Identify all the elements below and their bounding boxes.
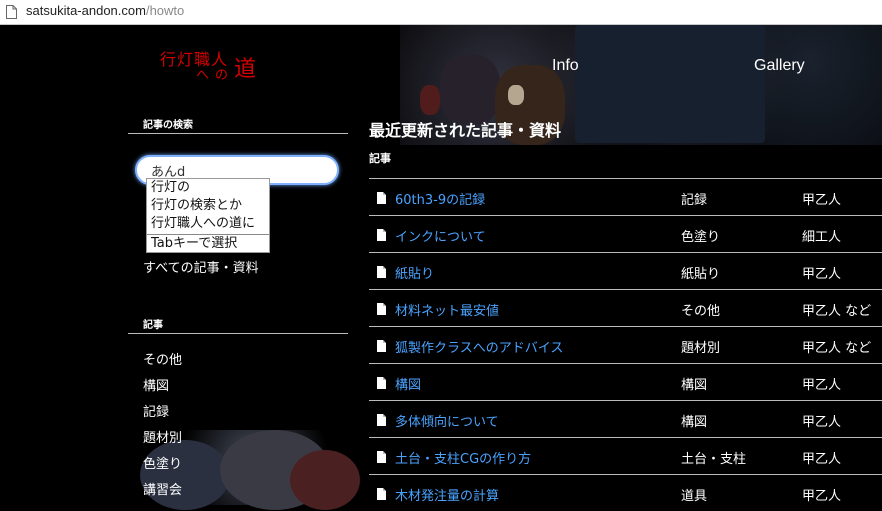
article-link[interactable]: 狐製作クラスへのアドバイス xyxy=(395,337,563,356)
document-icon xyxy=(377,192,386,204)
article-link[interactable]: インクについて xyxy=(395,226,486,245)
document-icon xyxy=(377,488,386,500)
article-author: 甲乙人 xyxy=(802,378,842,393)
article-link[interactable]: 材料ネット最安値 xyxy=(395,300,499,319)
sidebar-item-coloring[interactable]: 色塗り xyxy=(143,453,182,472)
article-link[interactable]: 60th3-9の記録 xyxy=(395,189,485,208)
autocomplete-item[interactable]: 行灯の検索とか xyxy=(147,197,269,215)
search-heading: 記事の検索 xyxy=(143,120,193,131)
table-row: 木材発注量の計算 道具 甲乙人 xyxy=(369,474,882,511)
table-row: 60th3-9の記録 記録 甲乙人 xyxy=(369,178,882,215)
url-path: /howto xyxy=(145,3,185,18)
logo-text-1: 行灯職人 xyxy=(160,50,229,69)
article-author: 甲乙人 xyxy=(802,267,842,282)
table-row: 多体傾向について 構図 甲乙人 xyxy=(369,400,882,437)
table-row: 材料ネット最安値 その他 甲乙人 など xyxy=(369,289,882,326)
page-icon xyxy=(6,5,17,19)
document-icon xyxy=(377,229,386,241)
article-author: 甲乙人 xyxy=(802,415,842,430)
table-row: 土台・支柱CGの作り方 土台・支柱 甲乙人 xyxy=(369,437,882,474)
document-icon xyxy=(377,340,386,352)
category-heading: 記事 xyxy=(143,320,163,331)
table-row: インクについて 色塗り 細工人 xyxy=(369,215,882,252)
article-author: 甲乙人 xyxy=(802,452,842,467)
article-link[interactable]: 構図 xyxy=(395,374,421,393)
article-author: 甲乙人 など xyxy=(802,341,872,356)
page-title: 最近更新された記事・資料 xyxy=(369,121,562,140)
divider xyxy=(128,333,348,334)
document-icon xyxy=(377,266,386,278)
article-category: 構図 xyxy=(681,378,708,393)
sidebar-item-workshop[interactable]: 講習会 xyxy=(143,479,182,498)
article-category: 色塗り xyxy=(681,230,721,245)
table-row: 構図 構図 甲乙人 xyxy=(369,363,882,400)
document-icon xyxy=(377,414,386,426)
article-category: 道具 xyxy=(681,489,708,504)
article-link[interactable]: 紙貼り xyxy=(395,263,434,282)
article-author: 甲乙人 xyxy=(802,489,842,504)
autocomplete-item[interactable]: 行灯の xyxy=(147,179,269,197)
address-bar[interactable]: satsukita-andon.com/howto xyxy=(0,0,882,25)
article-category: 紙貼り xyxy=(681,267,721,282)
document-icon xyxy=(377,451,386,463)
nav-gallery-link[interactable]: Gallery xyxy=(754,57,805,75)
table-row: 狐製作クラスへのアドバイス 題材別 甲乙人 など xyxy=(369,326,882,363)
article-author: 甲乙人 xyxy=(802,193,842,208)
sidebar-item-composition[interactable]: 構図 xyxy=(143,375,169,394)
table-row: 紙貼り 紙貼り 甲乙人 xyxy=(369,252,882,289)
all-articles-link[interactable]: すべての記事・資料 xyxy=(143,257,259,276)
autocomplete-dropdown: 行灯の 行灯の検索とか 行灯職人への道に Tabキーで選択 xyxy=(146,178,270,253)
sidebar-item-subjects[interactable]: 題材別 xyxy=(143,427,182,446)
divider xyxy=(128,133,348,134)
article-link[interactable]: 多体傾向について xyxy=(395,411,499,430)
article-category: その他 xyxy=(681,304,721,319)
site-logo[interactable]: 行灯職人 への 道 xyxy=(160,50,260,90)
sidebar-item-other[interactable]: その他 xyxy=(143,349,182,368)
article-category: 構図 xyxy=(681,415,708,430)
autocomplete-hint: Tabキーで選択 xyxy=(147,234,269,253)
sidebar-item-records[interactable]: 記録 xyxy=(143,401,169,420)
article-author: 甲乙人 など xyxy=(802,304,872,319)
section-subtitle: 記事 xyxy=(369,152,391,165)
url-host: satsukita-andon.com xyxy=(26,3,146,18)
article-author: 細工人 xyxy=(802,230,842,245)
article-link[interactable]: 木材発注量の計算 xyxy=(395,485,499,504)
article-category: 題材別 xyxy=(681,341,721,356)
article-category: 記録 xyxy=(681,193,708,208)
document-icon xyxy=(377,303,386,315)
autocomplete-item[interactable]: 行灯職人への道に xyxy=(147,215,269,233)
document-icon xyxy=(377,377,386,389)
logo-text-2: への xyxy=(196,68,235,83)
nav-info-link[interactable]: Info xyxy=(552,57,579,75)
article-link[interactable]: 土台・支柱CGの作り方 xyxy=(395,448,531,467)
logo-text-3: 道 xyxy=(234,57,257,82)
url-text[interactable]: satsukita-andon.com/howto xyxy=(26,3,184,18)
article-list: 60th3-9の記録 記録 甲乙人 インクについて 色塗り 細工人 紙貼り 紙貼… xyxy=(369,178,882,511)
article-category: 土台・支柱 xyxy=(681,452,747,467)
